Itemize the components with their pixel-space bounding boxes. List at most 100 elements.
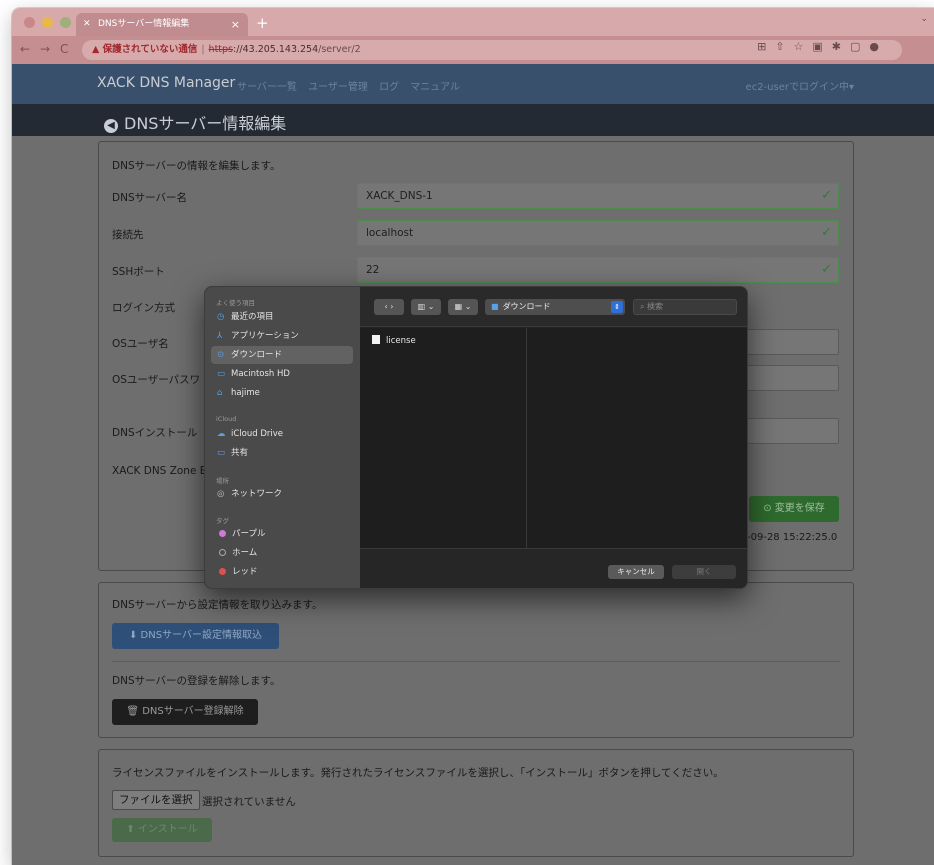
host-input[interactable]: localhost ✓	[357, 220, 839, 246]
view-mode-button[interactable]: ▥ ⌄	[411, 299, 441, 315]
zoom-window-button[interactable]	[60, 17, 71, 28]
label-login-method: ログイン方式	[112, 302, 175, 314]
column-divider[interactable]	[526, 328, 527, 548]
ssh-port-value: 22	[366, 264, 380, 276]
open-button[interactable]: 開く	[672, 565, 736, 579]
favicon-icon: ✕	[83, 19, 91, 29]
tag-dot-icon	[219, 549, 226, 556]
sidebar-item-applications[interactable]: ⅄ アプリケーション	[211, 327, 353, 345]
user-menu[interactable]: ec2-userでログイン中▾	[746, 78, 854, 93]
server-name-input[interactable]: XACK_DNS-1 ✓	[357, 183, 839, 209]
icloud-header: iCloud	[216, 415, 237, 423]
page-title-wrap: ◀ DNSサーバー情報編集	[104, 110, 286, 134]
nav-link-logs[interactable]: ログ	[379, 82, 399, 93]
forward-icon[interactable]: →	[40, 42, 50, 56]
dialog-sidebar: よく使う項目 ◷ 最近の項目 ⅄ アプリケーション ⊙ ダウンロード ▭ Macinto…	[205, 287, 360, 588]
label-os-password: OSユーザーパスワ	[112, 374, 201, 386]
new-tab-button[interactable]: +	[256, 13, 269, 33]
sidebar-item-tag-red[interactable]: レッド	[211, 563, 353, 581]
sidebar-item-shared[interactable]: ▭ 共有	[211, 444, 353, 462]
tab-list-chevron-icon[interactable]: ⌄	[920, 14, 928, 24]
search-input[interactable]: ⌕ 検索	[633, 299, 737, 315]
file-browser: license	[360, 328, 747, 548]
title-bar: ✕ DNSサーバー情報編集 × + ⌄	[12, 8, 934, 36]
label-ssh-port: SSHポート	[112, 266, 165, 278]
license-text: ライセンスファイルをインストールします。発行されたライセンスファイルを選択し、「…	[112, 767, 724, 779]
brand-logo[interactable]: XACK DNS Manager	[97, 75, 235, 91]
network-icon: ◎	[217, 489, 225, 499]
disk-icon: ▭	[217, 369, 226, 379]
page-title: DNSサーバー情報編集	[124, 114, 287, 133]
form-intro: DNSサーバーの情報を編集します。	[112, 160, 281, 172]
clock-icon: ◷	[217, 312, 225, 322]
security-warning[interactable]: ▲ 保護されていない通信	[92, 44, 197, 55]
back-forward-buttons[interactable]: ‹ ›	[374, 299, 404, 315]
nav-links: サーバー一覧 ユーザー管理 ログ マニュアル	[237, 78, 468, 93]
server-name-value: XACK_DNS-1	[366, 190, 433, 202]
download-icon: ⊙	[217, 350, 225, 360]
sidebar-item-tag-purple[interactable]: パープル	[211, 525, 353, 543]
label-os-user: OSユーザ名	[112, 338, 169, 350]
tab-title: DNSサーバー情報編集	[98, 19, 190, 29]
choose-file-button[interactable]: ファイルを選択	[112, 790, 200, 810]
minimize-window-button[interactable]	[42, 17, 53, 28]
location-select[interactable]: ■ ダウンロード ⇕	[485, 299, 625, 315]
url-scheme: https	[208, 44, 233, 55]
extension-icons[interactable]: ⊞⇧☆▣✱▢●	[757, 40, 888, 53]
back-circle-icon[interactable]: ◀	[104, 119, 118, 133]
file-item-license[interactable]: license	[372, 335, 416, 346]
divider	[112, 661, 840, 662]
back-icon[interactable]: ←	[20, 42, 30, 56]
sidebar-item-home[interactable]: ⌂ hajime	[211, 384, 353, 402]
location-chevron-icon: ⇕	[611, 301, 623, 313]
unregister-button[interactable]: 🗑 DNSサーバー登録解除	[112, 699, 258, 725]
reload-icon[interactable]: C	[60, 42, 68, 56]
install-button[interactable]: ⬆ インストール	[112, 818, 212, 842]
address-bar: ← → C ▲ 保護されていない通信 | https://43.205.143.25…	[12, 36, 934, 64]
import-button[interactable]: ⬇ DNSサーバー設定情報取込	[112, 623, 279, 649]
import-text: DNSサーバーから設定情報を取り込みます。	[112, 599, 323, 611]
file-open-dialog: よく使う項目 ◷ 最近の項目 ⅄ アプリケーション ⊙ ダウンロード ▭ Macinto…	[204, 286, 748, 589]
import-panel: DNSサーバーから設定情報を取り込みます。 ⬇ DNSサーバー設定情報取込 DN…	[98, 582, 854, 738]
sidebar-item-network[interactable]: ◎ ネットワーク	[211, 485, 353, 503]
tag-dot-icon	[219, 530, 226, 537]
browser-tab[interactable]: ✕ DNSサーバー情報編集 ×	[76, 13, 248, 36]
search-placeholder: 検索	[647, 302, 664, 311]
top-navbar: XACK DNS Manager サーバー一覧 ユーザー管理 ログ マニュアル …	[12, 64, 934, 104]
close-window-button[interactable]	[24, 17, 35, 28]
nav-link-users[interactable]: ユーザー管理	[308, 82, 368, 93]
search-icon: ⌕	[640, 302, 648, 311]
sidebar-item-label: Macintosh HD	[231, 369, 290, 379]
tab-close-icon[interactable]: ×	[231, 13, 240, 36]
folder-icon: ■	[491, 302, 499, 311]
group-button[interactable]: ▦ ⌄	[448, 299, 478, 315]
document-icon	[372, 335, 380, 344]
label-host: 接続先	[112, 229, 144, 241]
sidebar-item-macintosh-hd[interactable]: ▭ Macintosh HD	[211, 365, 353, 383]
places-header: 場所	[216, 477, 229, 485]
valid-check-icon: ✓	[821, 225, 832, 240]
file-status: 選択されていません	[202, 796, 296, 808]
sidebar-item-icloud-drive[interactable]: ☁ iCloud Drive	[211, 425, 353, 443]
sidebar-item-downloads[interactable]: ⊙ ダウンロード	[211, 346, 353, 364]
cancel-button[interactable]: キャンセル	[608, 565, 664, 579]
save-button[interactable]: ⊙ 変更を保存	[749, 496, 839, 522]
sidebar-item-label: ホーム	[232, 548, 258, 558]
page-header: ◀ DNSサーバー情報編集	[12, 104, 934, 136]
url-separator: |	[201, 44, 205, 55]
home-icon: ⌂	[217, 388, 223, 398]
label-zone-editor: XACK DNS Zone E	[112, 465, 207, 477]
nav-link-manual[interactable]: マニュアル	[410, 82, 460, 93]
sidebar-item-tag-home[interactable]: ホーム	[211, 544, 353, 562]
dialog-footer: キャンセル 開く	[360, 548, 747, 588]
sidebar-item-label: ネットワーク	[231, 489, 283, 499]
ssh-port-input[interactable]: 22 ✓	[357, 257, 839, 283]
tag-dot-icon	[219, 568, 226, 575]
nav-link-servers[interactable]: サーバー一覧	[237, 82, 297, 93]
valid-check-icon: ✓	[821, 188, 832, 203]
url-path: /server/2	[318, 44, 361, 55]
sidebar-item-recents[interactable]: ◷ 最近の項目	[211, 308, 353, 326]
sidebar-item-label: hajime	[231, 388, 260, 398]
shared-folder-icon: ▭	[217, 448, 226, 458]
tags-header: タグ	[216, 517, 229, 525]
